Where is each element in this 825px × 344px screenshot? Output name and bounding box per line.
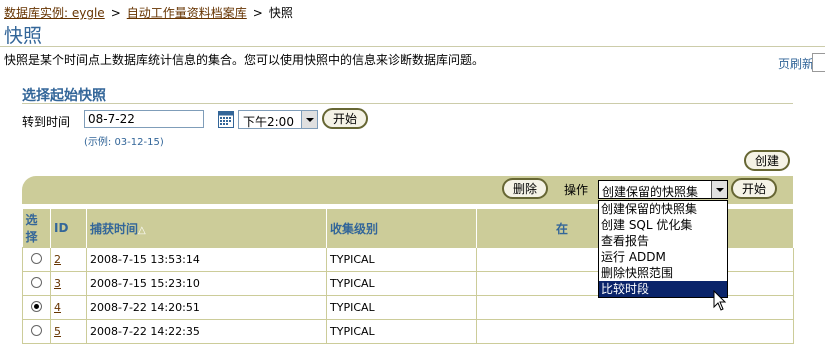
- operation-label: 操作: [564, 183, 589, 197]
- col-extra-label: 在: [556, 221, 569, 236]
- row-level-cell: TYPICAL: [326, 271, 477, 296]
- title-divider: [0, 46, 825, 47]
- row-time-cell: 2008-7-15 13:53:14: [86, 247, 327, 272]
- section-divider: [22, 103, 793, 104]
- create-button[interactable]: 创建: [744, 150, 791, 171]
- operation-select[interactable]: 创建保留的快照集: [598, 180, 728, 199]
- date-example-hint: (示例: 03-12-15): [84, 137, 164, 148]
- row-time-cell: 2008-7-15 15:23:10: [86, 271, 327, 296]
- mouse-pointer-icon: [713, 290, 727, 311]
- col-capture-time[interactable]: 捕获时间△: [86, 209, 327, 248]
- chevron-down-icon: [301, 111, 317, 128]
- row-id-cell: 5: [50, 319, 87, 344]
- row-extra-cell: [476, 319, 794, 344]
- goto-start-button[interactable]: 开始: [322, 108, 369, 129]
- row-level-cell: TYPICAL: [326, 247, 477, 272]
- breadcrumb-awr[interactable]: 自动工作量资料档案库: [127, 6, 247, 20]
- operation-option[interactable]: 运行 ADDM: [599, 249, 727, 265]
- row-radio[interactable]: [31, 324, 42, 336]
- page-title: 快照: [4, 25, 43, 47]
- time-select[interactable]: 下午2:00: [238, 110, 318, 129]
- operation-dropdown-list: 创建保留的快照集 创建 SQL 优化集 查看报告 运行 ADDM 删除快照范围 比较时段: [598, 200, 728, 298]
- goto-time-label: 转到时间: [22, 115, 71, 129]
- page-description: 快照是某个时间点上数据库统计信息的集合。您可以使用快照中的信息来诊断数据库问题。: [4, 53, 485, 67]
- delete-button[interactable]: 删除: [502, 178, 549, 199]
- row-level-cell: TYPICAL: [326, 319, 477, 344]
- breadcrumb-db-instance[interactable]: 数据库实例: eygle: [4, 6, 105, 20]
- page-refresh-label: 页刷新: [778, 57, 815, 71]
- operation-start-button[interactable]: 开始: [731, 178, 778, 199]
- row-id-link[interactable]: 4: [54, 301, 61, 314]
- row-level-cell: TYPICAL: [326, 295, 477, 320]
- row-select-cell: [22, 247, 51, 272]
- table-row: 4 2008-7-22 14:20:51 TYPICAL: [22, 295, 794, 320]
- breadcrumb-separator: >: [252, 6, 263, 20]
- operation-option[interactable]: 创建保留的快照集: [599, 201, 727, 217]
- row-time-cell: 2008-7-22 14:20:51: [86, 295, 327, 320]
- breadcrumb: 数据库实例: eygle > 自动工作量资料档案库 > 快照: [4, 4, 293, 21]
- row-radio[interactable]: [31, 252, 42, 264]
- row-id-link[interactable]: 5: [54, 325, 61, 338]
- operation-select-value: 创建保留的快照集: [602, 185, 699, 199]
- operation-option[interactable]: 删除快照范围: [599, 265, 727, 281]
- col-collect-level: 收集级别: [326, 209, 477, 248]
- table-row: 5 2008-7-22 14:22:35 TYPICAL: [22, 319, 794, 344]
- row-id-link[interactable]: 2: [54, 253, 61, 266]
- row-radio[interactable]: [31, 300, 42, 312]
- operation-option[interactable]: 创建 SQL 优化集: [599, 217, 727, 233]
- row-id-cell: 2: [50, 247, 87, 272]
- time-select-value: 下午2:00: [243, 115, 294, 129]
- row-id-link[interactable]: 3: [54, 277, 61, 290]
- col-capture-time-label: 捕获时间: [90, 221, 139, 236]
- operation-option[interactable]: 比较时段: [599, 281, 727, 297]
- row-id-cell: 4: [50, 295, 87, 320]
- sort-ascending-icon: △: [138, 224, 146, 236]
- breadcrumb-separator: >: [110, 6, 121, 20]
- calendar-icon[interactable]: [218, 109, 234, 128]
- row-radio[interactable]: [31, 276, 42, 288]
- operation-option[interactable]: 查看报告: [599, 233, 727, 249]
- page-refresh-control[interactable]: [812, 53, 825, 72]
- col-select: 选择: [22, 209, 51, 248]
- row-id-cell: 3: [50, 271, 87, 296]
- row-time-cell: 2008-7-22 14:22:35: [86, 319, 327, 344]
- col-id[interactable]: ID: [50, 209, 87, 248]
- breadcrumb-current: 快照: [268, 6, 293, 20]
- row-select-cell: [22, 271, 51, 296]
- row-select-cell: [22, 319, 51, 344]
- row-select-cell: [22, 295, 51, 320]
- row-extra-cell: [476, 295, 794, 320]
- date-input[interactable]: [84, 110, 204, 128]
- section-title: 选择起始快照: [22, 88, 106, 104]
- chevron-down-icon[interactable]: [711, 181, 727, 198]
